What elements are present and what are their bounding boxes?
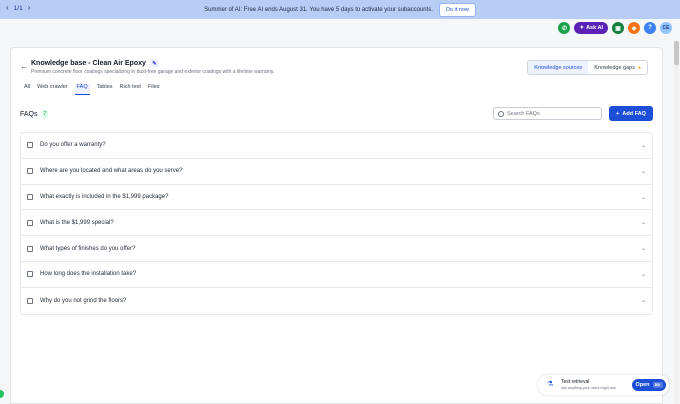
page-title: Knowledge base - Clean Air Epoxy	[31, 60, 146, 67]
tab-tables[interactable]: Tables	[97, 84, 113, 95]
search-placeholder: Search FAQs	[507, 110, 540, 117]
kb-title-row: Knowledge base - Clean Air Epoxy ✎	[31, 59, 159, 68]
banner-message: Summer of AI: Free AI ends August 31. Yo…	[204, 6, 433, 13]
segment-knowledge-sources[interactable]: Knowledge sources	[528, 61, 589, 74]
chevron-down-icon[interactable]: ⌄	[641, 194, 646, 201]
chevron-down-icon[interactable]: ⌄	[641, 168, 646, 175]
status-dot	[0, 390, 4, 398]
widget-title: Test retrieval	[561, 379, 590, 385]
tab-rich-text[interactable]: Rich text	[120, 84, 141, 95]
faqs-heading: FAQs	[20, 110, 38, 118]
faq-question: What types of finishes do you offer?	[40, 245, 136, 252]
faq-checkbox[interactable]	[27, 245, 33, 252]
faq-question: What exactly is included in the $1,999 p…	[40, 193, 169, 200]
faq-count-badge: 7	[41, 110, 49, 118]
banner-message-row: Summer of AI: Free AI ends August 31. Yo…	[0, 0, 680, 19]
scrollbar-track[interactable]	[674, 41, 679, 404]
segment-knowledge-gaps-label: Knowledge gaps	[594, 64, 635, 71]
add-faq-label: Add FAQ	[622, 110, 646, 117]
ask-ai-button[interactable]: ✦ Ask AI	[574, 22, 608, 34]
widget-subtitle: Ask anything your users might ask	[561, 386, 616, 390]
tab-web-crawler[interactable]: Web crawler	[37, 84, 67, 95]
shortcut-hint: ⌘K	[652, 382, 663, 388]
faq-row[interactable]: How long does the installation take? ⌄	[21, 262, 652, 288]
kb-description: Premium concrete floor coatings speciali…	[31, 69, 275, 75]
faqs-heading-row: FAQs 7	[20, 110, 49, 118]
chevron-down-icon[interactable]: ⌄	[641, 271, 646, 278]
faq-row[interactable]: Do you offer a warranty? ⌄	[21, 133, 652, 159]
chevron-down-icon[interactable]: ⌄	[641, 142, 646, 149]
add-faq-button[interactable]: + Add FAQ	[609, 106, 653, 121]
faq-checkbox[interactable]	[27, 219, 33, 226]
faq-checkbox[interactable]	[27, 168, 33, 175]
avatar[interactable]: CE	[660, 22, 672, 34]
faq-question: What is the $1,999 special?	[40, 219, 114, 226]
faq-question: Where are you located and what areas do …	[40, 168, 183, 175]
faq-question: Why do you not grind the floors?	[40, 297, 127, 304]
source-tabs: All Web crawler FAQ Tables Rich text Fil…	[24, 84, 167, 95]
header-actions: ✆ ✦ Ask AI ▣ ◆ ? CE	[558, 22, 672, 34]
open-button[interactable]: Open ⌘K	[632, 379, 666, 391]
faq-row[interactable]: Why do you not grind the floors? ⌄	[21, 288, 652, 314]
ask-ai-label: Ask AI	[586, 25, 603, 31]
search-icon	[498, 110, 504, 117]
back-arrow-icon[interactable]: ←	[20, 62, 28, 71]
faq-question: Do you offer a warranty?	[40, 142, 106, 149]
tab-all[interactable]: All	[24, 84, 30, 95]
kb-segment-control: Knowledge sources Knowledge gaps ●	[527, 60, 648, 75]
plus-icon: +	[616, 110, 620, 117]
tab-faq[interactable]: FAQ	[74, 84, 90, 95]
search-input[interactable]: Search FAQs	[493, 107, 602, 120]
top-header: ✆ ✦ Ask AI ▣ ◆ ? CE	[0, 19, 680, 40]
segment-knowledge-gaps[interactable]: Knowledge gaps ●	[588, 61, 647, 74]
notifications-app-icon[interactable]: ▣	[612, 22, 624, 34]
sparkle-icon: ✦	[579, 25, 585, 31]
tab-files[interactable]: Files	[148, 84, 160, 95]
chevron-down-icon[interactable]: ⌄	[641, 297, 646, 304]
warning-dot-icon: ●	[637, 64, 641, 71]
faq-checkbox[interactable]	[27, 142, 33, 149]
chevron-down-icon[interactable]: ⌄	[641, 219, 646, 226]
faq-row[interactable]: What types of finishes do you offer? ⌄	[21, 236, 652, 262]
promo-banner: ‹ 1/1 › Summer of AI: Free AI ends Augus…	[0, 0, 680, 19]
test-retrieval-widget: ⚗ Test retrieval Ask anything your users…	[538, 375, 669, 395]
faq-checkbox[interactable]	[27, 297, 33, 304]
phone-icon[interactable]: ✆	[558, 22, 571, 34]
do-it-now-button[interactable]: Do it now	[438, 2, 476, 17]
flask-icon: ⚗	[547, 381, 554, 388]
faq-row[interactable]: What exactly is included in the $1,999 p…	[21, 185, 652, 211]
faq-checkbox[interactable]	[27, 193, 33, 200]
faq-row[interactable]: What is the $1,999 special? ⌄	[21, 210, 652, 237]
help-icon[interactable]: ?	[644, 22, 656, 34]
edit-icon[interactable]: ✎	[149, 59, 159, 68]
faq-question: How long does the installation take?	[40, 271, 137, 278]
faq-row[interactable]: Where are you located and what areas do …	[21, 159, 652, 185]
faq-list: Do you offer a warranty? ⌄ Where are you…	[20, 132, 653, 315]
bell-icon[interactable]: ◆	[628, 22, 640, 34]
scrollbar-thumb[interactable]	[674, 41, 679, 65]
knowledge-base-card: ← Knowledge base - Clean Air Epoxy ✎ Pre…	[10, 47, 663, 404]
faq-checkbox[interactable]	[27, 271, 33, 278]
open-label: Open	[635, 382, 650, 388]
chevron-down-icon[interactable]: ⌄	[641, 245, 646, 252]
